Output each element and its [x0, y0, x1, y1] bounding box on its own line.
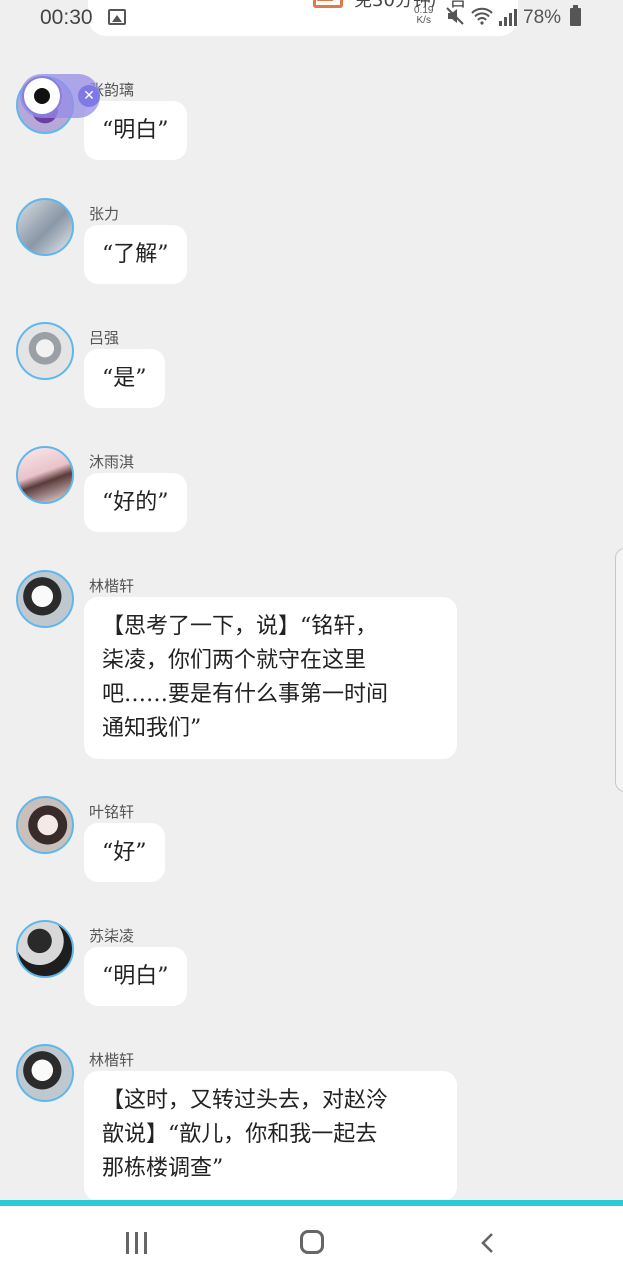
back-button[interactable] [480, 1232, 494, 1254]
sender-name: 林楷轩 [89, 577, 135, 595]
message-bubble[interactable]: “是” [84, 349, 165, 408]
message-bubble[interactable]: “明白” [84, 947, 187, 1006]
sender-name: 沐雨淇 [89, 453, 135, 471]
sender-name: 张力 [89, 205, 120, 223]
home-button[interactable] [300, 1230, 324, 1254]
wifi-icon [471, 7, 493, 25]
signal-strength-icon [499, 9, 517, 26]
sender-name: 林楷轩 [89, 1051, 135, 1069]
message-bubble[interactable]: “了解” [84, 225, 187, 284]
message-bubble[interactable]: “好” [84, 823, 165, 882]
avatar[interactable] [16, 322, 74, 380]
recent-apps-button[interactable] [126, 1232, 152, 1254]
avatar[interactable] [16, 446, 74, 504]
message-bubble[interactable]: 【这时，又转过头去，对赵泠 歆说】“歆儿，你和我一起去 那栋楼调查” [84, 1071, 457, 1201]
avatar[interactable] [16, 198, 74, 256]
avatar[interactable] [16, 1044, 74, 1102]
network-speed: 0.19 K/s [414, 6, 433, 26]
sender-name: 吕强 [89, 329, 120, 347]
status-bar: 免30分钟广告 00:30 0.19 K/s 78% [0, 0, 623, 40]
floating-assistant-widget[interactable]: ✕ [20, 74, 100, 118]
mute-icon [446, 7, 464, 25]
avatar[interactable] [16, 796, 74, 854]
edge-panel-handle[interactable] [615, 548, 623, 792]
gallery-notification-icon [108, 9, 126, 25]
message-bubble[interactable]: 【思考了一下，说】“铭轩， 柒凌，你们两个就守在这里 吧……要是有什么事第一时间… [84, 597, 457, 759]
floating-ball-icon[interactable] [22, 76, 62, 116]
battery-icon [570, 5, 581, 26]
sender-name: 苏柒凌 [89, 927, 135, 945]
ad-block-icon [313, 0, 343, 8]
message-bubble[interactable]: “明白” [84, 101, 187, 160]
avatar[interactable] [16, 920, 74, 978]
battery-percentage: 78% [523, 7, 562, 28]
message-bubble[interactable]: “好的” [84, 473, 187, 532]
status-time: 00:30 [40, 6, 93, 29]
close-icon[interactable]: ✕ [78, 85, 100, 107]
network-speed-unit: K/s [416, 15, 431, 26]
sender-name: 叶铭轩 [89, 803, 135, 821]
avatar[interactable] [16, 570, 74, 628]
navigation-bar [0, 1206, 623, 1280]
